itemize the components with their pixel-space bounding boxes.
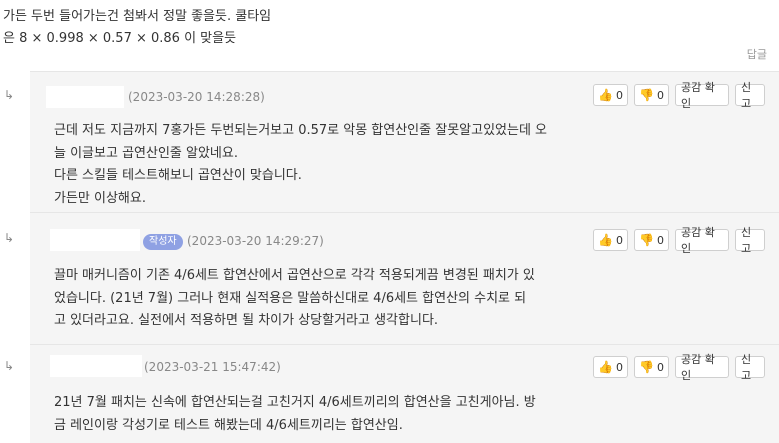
comment-body: 근데 저도 지금까지 7홍가든 두번되는거보고 0.57로 악몽 합연산인줄 잘…: [54, 120, 759, 210]
thumbs-down-icon: 👎: [639, 360, 654, 374]
comment-actions: 👍 0 👎 0 공감 확인 신고: [593, 81, 765, 110]
empathy-check-button[interactable]: 공감 확인: [675, 353, 729, 382]
comment-line: 가든만 이상해요.: [54, 190, 146, 206]
like-button[interactable]: 👍 0: [593, 229, 628, 251]
report-button[interactable]: 신고: [735, 226, 765, 255]
dislike-count: 0: [656, 88, 664, 102]
comment-body: 끌마 매커니즘이 기존 4/6세트 합연산에서 곱연산으로 각각 적용되게끔 변…: [54, 265, 759, 333]
comment: ↳ (2023-03-20 14:28:28) 👍 0 👎 0 공감 확인 신고…: [4, 71, 779, 212]
comment-date: (2023-03-21 15:47:42): [144, 360, 281, 374]
comment-line: 끌마 매커니즘이 기존 4/6세트 합연산에서 곱연산으로 각각 적용되게끔 변…: [54, 268, 535, 283]
post-text-line: 은 8 × 0.998 × 0.57 × 0.86 이 맞을듯: [3, 31, 237, 46]
comment-line: 었습니다. (21년 7월) 그러나 현재 실적용은 말씀하신대로 4/6세트 …: [54, 290, 527, 306]
like-button[interactable]: 👍 0: [593, 356, 628, 378]
thumbs-up-icon: 👍: [598, 88, 613, 102]
comment-line: 다른 스킬들 테스트해보니 곱연산이 맞습니다.: [54, 168, 302, 183]
reply-button[interactable]: 답글: [747, 46, 767, 62]
comment-line: 늘 이글보고 곱연산인줄 알았네요.: [54, 145, 238, 161]
thumbs-down-icon: 👎: [639, 233, 654, 247]
comment-line: 고 있더라고요. 실전에서 적용하면 될 차이가 상당할거라고 생각합니다.: [54, 313, 439, 328]
dislike-button[interactable]: 👎 0: [634, 229, 669, 251]
comment-line: 근데 저도 지금까지 7홍가든 두번되는거보고 0.57로 악몽 합연산인줄 잘…: [54, 123, 548, 138]
report-button[interactable]: 신고: [735, 81, 765, 110]
dislike-button[interactable]: 👎 0: [634, 356, 669, 378]
comment-actions: 👍 0 👎 0 공감 확인 신고: [593, 226, 765, 255]
comment-actions: 👍 0 👎 0 공감 확인 신고: [593, 353, 765, 382]
thumbs-up-icon: 👍: [598, 360, 613, 374]
report-button[interactable]: 신고: [735, 353, 765, 382]
like-count: 0: [615, 360, 623, 374]
comment-body: 21년 7월 패치는 신속에 합연산되는걸 고친거지 4/6세트끼리의 합연산을…: [54, 392, 759, 437]
thumbs-down-icon: 👎: [639, 88, 654, 102]
comment-line: 금 레인이랑 각성기로 테스트 해봤는데 4/6세트끼리는 합연산임.: [54, 417, 403, 433]
empathy-check-button[interactable]: 공감 확인: [675, 226, 729, 255]
comment-date: (2023-03-20 14:28:28): [128, 90, 265, 104]
post-text-line: 가든 두번 들어가는건 첨봐서 정말 좋을듯. 쿨타임: [3, 9, 272, 24]
comment-line: 21년 7월 패치는 신속에 합연산되는걸 고친거지 4/6세트끼리의 합연산을…: [54, 395, 536, 410]
thumbs-up-icon: 👍: [598, 233, 613, 247]
comment-author-name[interactable]: [46, 86, 124, 108]
comment-date: (2023-03-20 14:29:27): [187, 234, 324, 248]
reply-arrow-icon: ↳: [4, 231, 15, 245]
dislike-count: 0: [656, 233, 664, 247]
comment-author-name[interactable]: [50, 229, 140, 251]
dislike-button[interactable]: 👎 0: [634, 84, 669, 106]
comment-author-name[interactable]: [50, 355, 142, 377]
like-count: 0: [615, 88, 623, 102]
empathy-check-button[interactable]: 공감 확인: [675, 81, 729, 110]
reply-arrow-icon: ↳: [4, 88, 15, 102]
dislike-count: 0: [656, 360, 664, 374]
comment: ↳ (2023-03-21 15:47:42) 👍 0 👎 0 공감 확인 신고…: [4, 344, 779, 443]
reply-arrow-icon: ↳: [4, 359, 15, 373]
comment: ↳ 작성자 (2023-03-20 14:29:27) 👍 0 👎 0 공감 확…: [4, 212, 779, 344]
like-count: 0: [615, 233, 623, 247]
author-badge: 작성자: [143, 234, 183, 250]
like-button[interactable]: 👍 0: [593, 84, 628, 106]
